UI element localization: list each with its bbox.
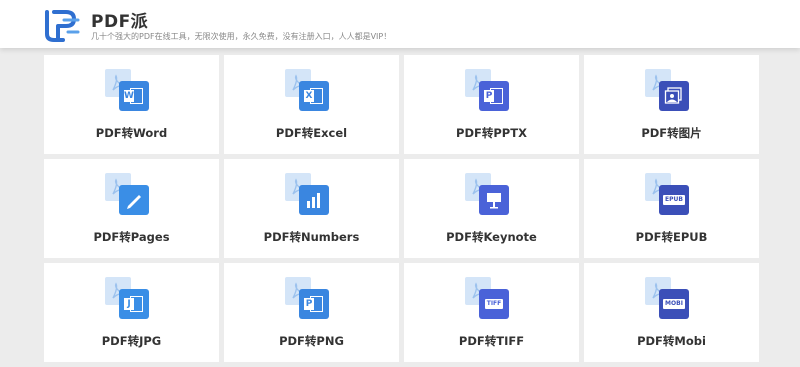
tool-icon-group: J bbox=[105, 277, 151, 321]
png-icon: P bbox=[299, 289, 329, 319]
tool-icon-group bbox=[285, 173, 331, 217]
mobi-icon: MOBI bbox=[659, 289, 689, 319]
tool-label: PDF转EPUB bbox=[635, 230, 708, 244]
tool-card[interactable]: X PDF转Excel bbox=[224, 55, 399, 154]
tool-label: PDF转Pages bbox=[93, 230, 170, 244]
tool-card[interactable]: PDF转Pages bbox=[44, 159, 219, 258]
pptx-icon: P bbox=[479, 81, 509, 111]
tool-label: PDF转JPG bbox=[101, 334, 162, 348]
tool-label: PDF转PNG bbox=[279, 334, 344, 348]
tool-icon-group: W bbox=[105, 69, 151, 113]
tool-card[interactable]: J PDF转JPG bbox=[44, 263, 219, 362]
keynote-icon bbox=[479, 185, 509, 215]
numbers-icon bbox=[299, 185, 329, 215]
tool-icon-group: EPUB bbox=[645, 173, 691, 217]
site-header: PDF派 几十个强大的PDF在线工具，无限次使用，永久免费，没有注册入口，人人都… bbox=[0, 0, 800, 48]
tool-icon-group: P bbox=[465, 69, 511, 113]
jpg-icon: J bbox=[119, 289, 149, 319]
image-icon bbox=[659, 81, 689, 111]
tool-icon-group: P bbox=[285, 277, 331, 321]
tool-icon-group bbox=[645, 69, 691, 113]
tool-icon-group bbox=[105, 173, 151, 217]
tool-label: PDF转Numbers bbox=[263, 230, 360, 244]
tool-card[interactable]: PDF转图片 bbox=[584, 55, 759, 154]
tool-label: PDF转图片 bbox=[641, 126, 702, 140]
tool-icon-group bbox=[465, 173, 511, 217]
tool-card[interactable]: P PDF转PPTX bbox=[404, 55, 579, 154]
tool-grid: W PDF转Word X PDF转Excel P PDF转PPTX PDF转图片 PDF转Pa… bbox=[44, 55, 760, 362]
tool-icon-group: TIFF bbox=[465, 277, 511, 321]
epub-icon: EPUB bbox=[659, 185, 689, 215]
word-icon: W bbox=[119, 81, 149, 111]
tool-card[interactable]: EPUB PDF转EPUB bbox=[584, 159, 759, 258]
tool-card[interactable]: PDF转Numbers bbox=[224, 159, 399, 258]
tool-label: PDF转PPTX bbox=[456, 126, 527, 140]
tool-label: PDF转Mobi bbox=[637, 334, 706, 348]
tiff-icon: TIFF bbox=[479, 289, 509, 319]
tool-label: PDF转Keynote bbox=[446, 230, 537, 244]
tool-card[interactable]: W PDF转Word bbox=[44, 55, 219, 154]
pages-icon bbox=[119, 185, 149, 215]
tool-icon-group: X bbox=[285, 69, 331, 113]
tool-label: PDF转Word bbox=[95, 126, 168, 140]
pdfpai-logo[interactable] bbox=[44, 8, 82, 42]
tool-card[interactable]: PDF转Keynote bbox=[404, 159, 579, 258]
site-slogan: 几十个强大的PDF在线工具，无限次使用，永久免费，没有注册入口，人人都是VIP！ bbox=[91, 32, 392, 41]
tool-label: PDF转TIFF bbox=[458, 334, 525, 348]
tool-label: PDF转Excel bbox=[275, 126, 348, 140]
tool-icon-group: MOBI bbox=[645, 277, 691, 321]
tool-card[interactable]: TIFF PDF转TIFF bbox=[404, 263, 579, 362]
tool-card[interactable]: P PDF转PNG bbox=[224, 263, 399, 362]
tool-card[interactable]: MOBI PDF转Mobi bbox=[584, 263, 759, 362]
excel-icon: X bbox=[299, 81, 329, 111]
site-title[interactable]: PDF派 bbox=[91, 7, 148, 32]
